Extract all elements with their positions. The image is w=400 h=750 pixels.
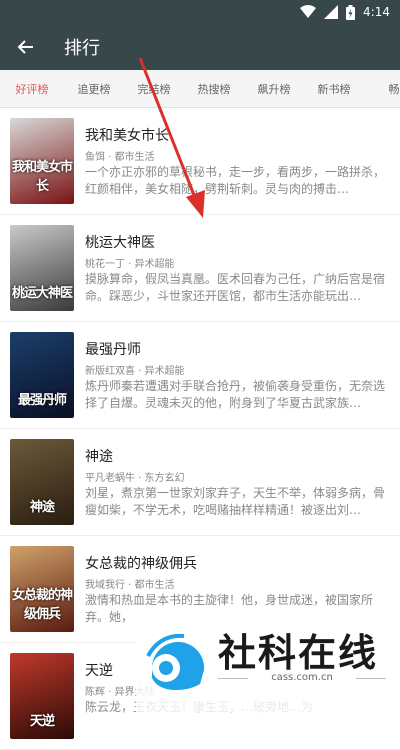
book-cover: 桃运大神医 (10, 225, 74, 311)
list-item[interactable]: 神途 神途 平凡老蜗牛 · 东方玄幻 刘星，煮京第一世家刘家弃子，天生不举，体弱… (0, 429, 400, 536)
watermark: 社科在线 cass.com.cn (136, 608, 400, 712)
book-meta: 平凡老蜗牛 · 东方玄幻 (85, 473, 185, 484)
app-bar: 排行 (0, 24, 400, 70)
book-title: 神途 (85, 449, 113, 465)
status-time: 4:14 (363, 5, 390, 19)
arrow-left-icon (17, 40, 33, 54)
book-description: 一个亦正亦邪的草根秘书，走一步，看两步，一路拼杀，红颜相伴，美女相随，劈荆斩刺。… (85, 165, 385, 196)
list-item[interactable]: 桃运大神医 桃运大神医 桃花一丁 · 异术超能 摸脉算命，假凤当真凰。医术回春为… (0, 215, 400, 322)
book-description: 摸脉算命，假凤当真凰。医术回春为己任，广纳后宫是宿命。踩恶少，斗世家还开医馆，都… (85, 272, 385, 303)
tab-more[interactable]: 畅 (364, 81, 400, 97)
tab-hot-search[interactable]: 热搜榜 (184, 81, 244, 97)
cover-title: 桃运大神医 (11, 286, 73, 301)
book-title: 桃运大神医 (85, 235, 155, 251)
book-cover: 天逆 (10, 653, 74, 739)
cover-title: 神途 (29, 500, 55, 515)
book-description: 炼丹师秦若遭遇对手联合抢丹，被偷袭身受重伤，无奈选择了自爆。灵魂未灭的他，附身到… (85, 379, 385, 410)
cover-title: 天逆 (29, 714, 55, 729)
ranking-tabs: 好评榜 追更榜 完结榜 热搜榜 飙升榜 新书榜 畅 (0, 70, 400, 108)
book-cover: 我和美女市长 (10, 118, 74, 204)
signal-icon (324, 5, 339, 19)
list-item[interactable]: 我和美女市长 我和美女市长 鱼饵 · 都市生活 一个亦正亦邪的草根秘书，走一步，… (0, 108, 400, 215)
book-title: 天逆 (85, 663, 113, 679)
status-bar: 4:14 (0, 0, 400, 24)
tab-most-updated[interactable]: 追更榜 (64, 81, 124, 97)
book-title: 女总裁的神级佣兵 (85, 556, 197, 572)
book-cover: 最强丹师 (10, 332, 74, 418)
watermark-name: 社科在线 (218, 631, 379, 675)
cover-title: 女总裁的神级佣兵 (11, 588, 73, 622)
book-cover: 神途 (10, 439, 74, 525)
page-title: 排行 (64, 38, 100, 59)
tab-good-reviews[interactable]: 好评榜 (0, 81, 64, 97)
tab-rising[interactable]: 飙升榜 (244, 81, 304, 97)
cover-title: 我和美女市长 (11, 160, 73, 194)
book-title: 我和美女市长 (85, 128, 169, 144)
book-meta: 鱼饵 · 都市生活 (85, 152, 155, 163)
book-meta: 新版红双喜 · 异术超能 (85, 366, 185, 377)
watermark-logo-icon (146, 633, 205, 690)
book-title: 最强丹师 (85, 342, 141, 358)
book-meta: 桃花一丁 · 异术超能 (85, 259, 175, 270)
book-description: 刘星，煮京第一世家刘家弃子，天生不举，体弱多病，骨瘦如柴，不学无术，吃喝赌抽样样… (85, 486, 385, 517)
battery-icon (346, 4, 356, 20)
wifi-icon (300, 5, 317, 18)
book-cover: 女总裁的神级佣兵 (10, 546, 74, 632)
cover-title: 最强丹师 (17, 393, 67, 408)
back-button[interactable] (0, 24, 50, 70)
watermark-divider (356, 678, 386, 679)
tab-completed[interactable]: 完结榜 (124, 81, 184, 97)
tab-new-books[interactable]: 新书榜 (304, 81, 364, 97)
list-item[interactable]: 最强丹师 最强丹师 新版红双喜 · 异术超能 炼丹师秦若遭遇对手联合抢丹，被偷袭… (0, 322, 400, 429)
book-meta: 我域我行 · 都市生活 (85, 580, 175, 591)
